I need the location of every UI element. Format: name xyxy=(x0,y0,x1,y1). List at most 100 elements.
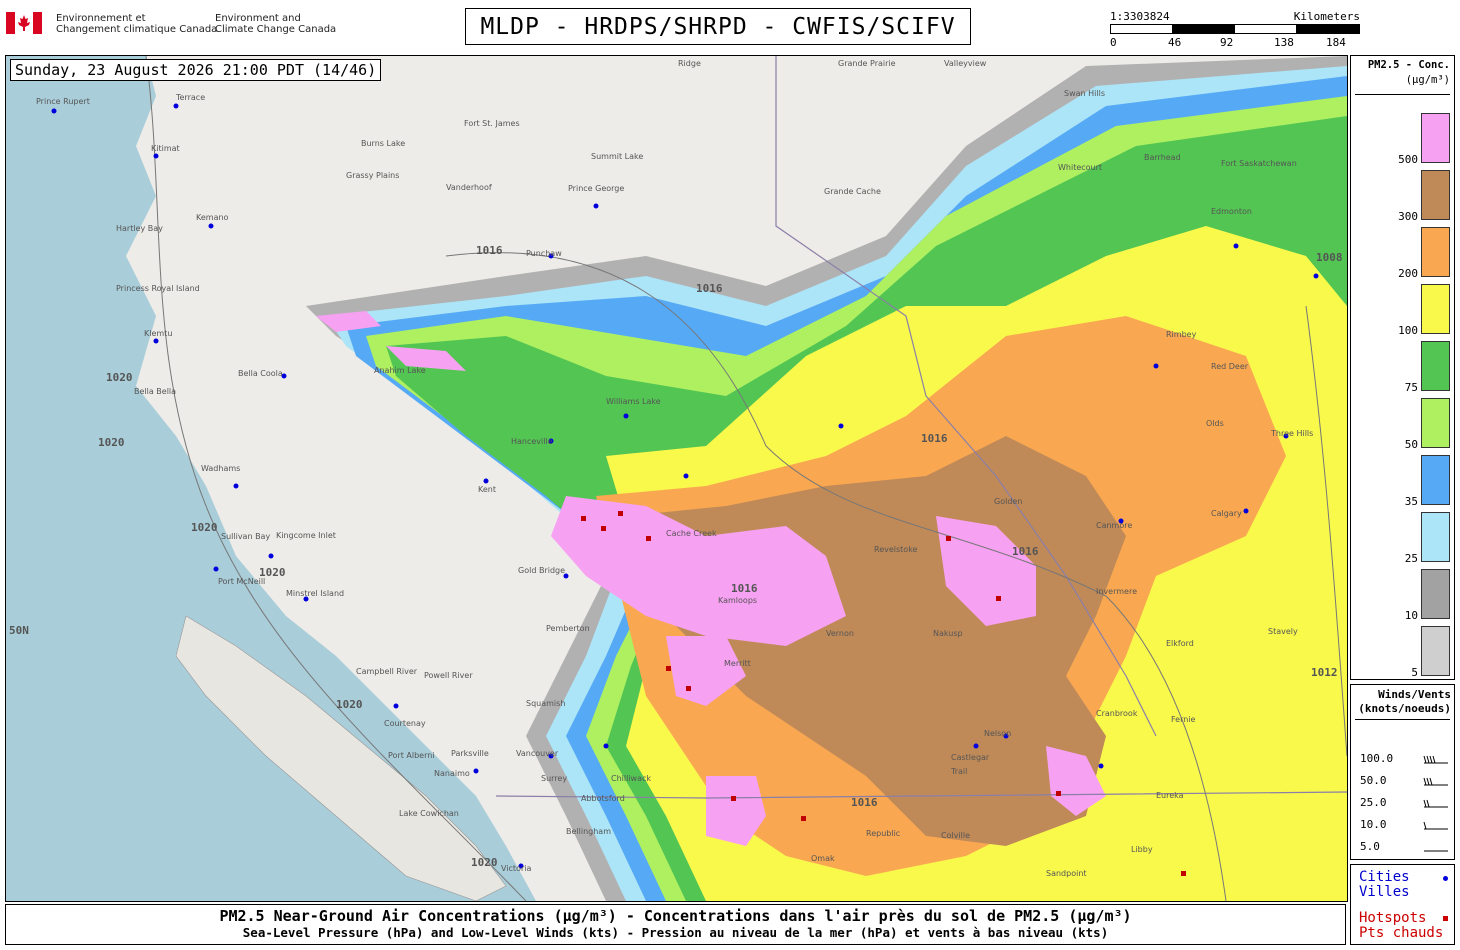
caption-line-1: PM2.5 Near-Ground Air Concentrations (µg… xyxy=(219,907,1132,925)
city-label: Squamish xyxy=(526,699,565,708)
isobar-label: 1020 xyxy=(336,698,363,711)
wind-barb-icon xyxy=(1423,799,1448,808)
city-label: Vernon xyxy=(826,629,854,638)
city-label: Bella Coola xyxy=(238,369,283,378)
winds-subtitle: (knots/noeuds) xyxy=(1358,702,1451,715)
legend-level-label: 5 xyxy=(1411,666,1418,679)
legend-level-label: 50 xyxy=(1404,438,1418,451)
city-label: Colville xyxy=(941,831,970,840)
city-label: Trail xyxy=(950,767,967,776)
wind-barb-icon xyxy=(1423,777,1448,786)
legend-level-label: 35 xyxy=(1404,495,1418,508)
latitude-label: 50N xyxy=(9,624,29,637)
city-label: Fernie xyxy=(1171,715,1196,724)
hotspots-label-en: Hotspots xyxy=(1359,910,1427,926)
isobar-label: 1016 xyxy=(921,432,948,445)
city-label: Prince Rupert xyxy=(36,97,90,106)
isobar-label: 1020 xyxy=(191,521,218,534)
legend-title: PM2.5 - Conc. xyxy=(1367,59,1450,71)
city-label: Whitecourt xyxy=(1058,163,1102,172)
city-label: Klemtu xyxy=(144,329,172,338)
map-canvas: Prince Rupert Terrace Kitimat Hartley Ba… xyxy=(6,56,1347,901)
city-label: Williams Lake xyxy=(606,397,661,406)
city-label: Ridge xyxy=(678,59,701,68)
scale-tick: 46 xyxy=(1168,36,1182,49)
city-label: Red Deer xyxy=(1211,362,1249,371)
city-label: Kemano xyxy=(196,213,229,222)
city-label: Eureka xyxy=(1156,791,1184,800)
isobar-label: 1020 xyxy=(259,566,286,579)
hotspot-square-icon xyxy=(1443,916,1448,921)
isobar-label: 1016 xyxy=(731,582,758,595)
isobar-label: 1020 xyxy=(471,856,498,869)
city-label: Burns Lake xyxy=(361,139,405,148)
scale-tick: 184 xyxy=(1326,36,1346,49)
forecast-timestamp: Sunday, 23 August 2026 21:00 PDT (14/46) xyxy=(10,59,382,81)
city-label: Cache Creek xyxy=(666,529,717,538)
city-label: Stavely xyxy=(1268,627,1298,636)
city-label: Fort Saskatchewan xyxy=(1221,159,1297,168)
city-label: Invermere xyxy=(1096,587,1137,596)
hotspots-label-fr: Pts chauds xyxy=(1359,925,1444,941)
legend-swatch xyxy=(1421,512,1450,562)
smoke-forecast-map[interactable]: Prince Rupert Terrace Kitimat Hartley Ba… xyxy=(5,55,1348,902)
city-label: Port Alberni xyxy=(388,751,435,760)
city-label: Summit Lake xyxy=(591,152,643,161)
legend-level-label: 10 xyxy=(1404,609,1418,622)
legend-swatch xyxy=(1421,341,1450,391)
city-label: Revelstoke xyxy=(874,545,918,554)
wind-speed-row: 5.0 xyxy=(1360,840,1450,854)
city-label: Nakusp xyxy=(933,629,963,638)
legend-level-label: 200 xyxy=(1398,267,1418,280)
city-label: Nanaimo xyxy=(434,769,470,778)
cities-hotspots-legend: Cities Villes Hotspots Pts chauds xyxy=(1350,864,1455,945)
scale-bar: 1:3303824 Kilometers 0 46 92 138 184 xyxy=(1110,10,1360,50)
city-label: Swan Hills xyxy=(1064,89,1105,98)
city-label: Pemberton xyxy=(546,624,590,633)
city-label: Castlegar xyxy=(951,753,990,762)
city-label: Cranbrook xyxy=(1096,709,1138,718)
caption-line-2: Sea-Level Pressure (hPa) and Low-Level W… xyxy=(242,925,1109,940)
isobar-label: 1020 xyxy=(98,436,125,449)
cities-label-en: Cities xyxy=(1359,869,1410,885)
wind-speed-row: 100.0 xyxy=(1360,752,1450,766)
wind-speed-row: 10.0 xyxy=(1360,818,1450,832)
city-label: Kingcome Inlet xyxy=(276,531,336,540)
city-label: Olds xyxy=(1206,419,1224,428)
isobar-label: 1016 xyxy=(476,244,503,257)
city-label: Hartley Bay xyxy=(116,224,163,233)
city-label: Courtenay xyxy=(384,719,426,728)
isobar-label: 1016 xyxy=(851,796,878,809)
city-label: Kitimat xyxy=(151,144,180,153)
city-label: Grande Prairie xyxy=(838,59,896,68)
city-dot-icon xyxy=(1443,876,1448,881)
legend-swatch xyxy=(1421,170,1450,220)
city-label: Rimbey xyxy=(1166,330,1197,339)
city-label: Chilliwack xyxy=(611,774,651,783)
legend-level-label: 300 xyxy=(1398,210,1418,223)
city-label: Punchaw xyxy=(526,249,562,258)
isobar-label: 1020 xyxy=(106,371,133,384)
legend-swatch xyxy=(1421,455,1450,505)
legend-swatch xyxy=(1421,113,1450,163)
legend-swatch xyxy=(1421,284,1450,334)
city-label: Hanceville xyxy=(511,437,553,446)
city-label: Grande Cache xyxy=(824,187,881,196)
isobar-label: 1016 xyxy=(696,282,723,295)
legend-level-label: 75 xyxy=(1404,381,1418,394)
city-label: Edmonton xyxy=(1211,207,1252,216)
legend-swatch xyxy=(1421,227,1450,277)
city-label: Grassy Plains xyxy=(346,171,399,180)
scale-ratio: 1:3303824 xyxy=(1110,10,1170,23)
winds-title: Winds/Vents xyxy=(1378,688,1451,701)
city-label: Princess Royal Island xyxy=(116,284,200,293)
wind-speed-value: 5.0 xyxy=(1360,840,1380,853)
agency-name-french: Environnement et Changement climatique C… xyxy=(56,13,218,35)
city-label: Calgary xyxy=(1211,509,1242,518)
wind-speed-value: 100.0 xyxy=(1360,752,1394,765)
city-label: Powell River xyxy=(424,671,473,680)
city-label: Victoria xyxy=(501,864,531,873)
wind-speed-value: 10.0 xyxy=(1360,818,1387,831)
agency-name-english: Environment and Climate Change Canada xyxy=(215,13,337,35)
canada-flag-logo xyxy=(6,12,42,34)
